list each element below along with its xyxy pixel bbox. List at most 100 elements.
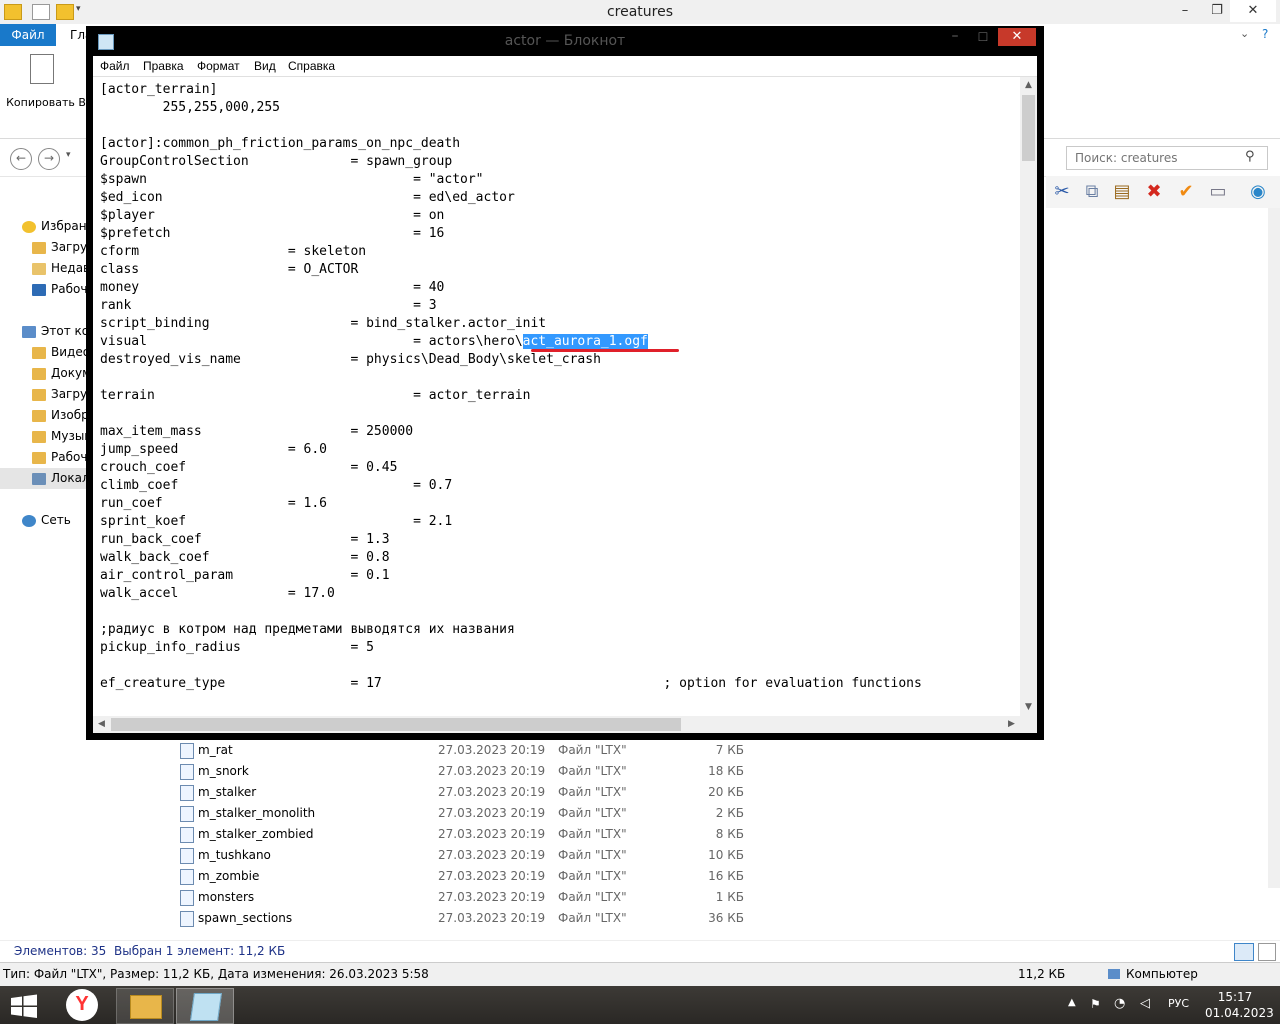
file-type: Файл "LTX" [558, 911, 627, 925]
action-center-icon[interactable]: ⚑ [1090, 997, 1101, 1011]
clock-date[interactable]: 01.04.2023 [1205, 1006, 1274, 1020]
rename-icon[interactable]: ▭ [1206, 180, 1230, 204]
file-date: 27.03.2023 20:19 [438, 911, 546, 925]
notepad-text-area[interactable]: [actor_terrain] 255,255,000,255 [actor]:… [93, 77, 1037, 733]
folder-icon [32, 262, 46, 275]
location-info: Компьютер [1126, 967, 1198, 981]
file-date: 27.03.2023 20:19 [438, 785, 546, 799]
details-view-icon[interactable] [1234, 943, 1254, 961]
file-date: 27.03.2023 20:19 [438, 827, 546, 841]
search-input[interactable] [1075, 150, 1245, 166]
restore-icon[interactable]: ❐ [1202, 0, 1232, 22]
delete-icon[interactable]: ✖ [1142, 180, 1166, 204]
file-row[interactable]: m_rat 27.03.2023 20:19 Файл "LTX" 7 КБ [160, 740, 780, 761]
sidebar-item-label: Рабоч [51, 282, 88, 296]
horizontal-scrollbar[interactable]: ◀ ▶ [93, 716, 1020, 733]
file-row[interactable]: monsters 27.03.2023 20:19 Файл "LTX" 1 КБ [160, 887, 780, 908]
yandex-browser-icon: Y [66, 989, 98, 1021]
file-size: 36 КБ [708, 911, 744, 925]
tiles-view-icon[interactable] [1258, 943, 1276, 961]
file-date: 27.03.2023 20:19 [438, 743, 546, 757]
scroll-corner [1020, 716, 1037, 733]
notepad-window: actor — Блокнот – ☐ ✕ Файл Правка Формат… [86, 26, 1044, 740]
file-row[interactable]: m_stalker 27.03.2023 20:19 Файл "LTX" 20 КБ [160, 782, 780, 803]
search-box[interactable]: ⚲ [1066, 146, 1268, 170]
file-row[interactable]: m_stalker_monolith 27.03.2023 20:19 Файл "… [160, 803, 780, 824]
text-before-selection: [actor_terrain] 255,255,000,255 [actor]:… [100, 82, 547, 349]
check-icon[interactable]: ✔ [1174, 180, 1198, 204]
ltx-file-icon [180, 764, 194, 780]
history-dropdown-icon[interactable]: ▾ [66, 150, 71, 160]
ribbon-expand-icon[interactable]: ⌄ [1240, 27, 1249, 40]
menu-file[interactable]: Файл [100, 56, 130, 76]
vertical-scrollbar[interactable]: ▲ ▼ [1020, 77, 1037, 716]
menu-help[interactable]: Справка [288, 56, 335, 76]
minimize-icon[interactable]: – [942, 28, 968, 46]
file-size: 10 КБ [708, 848, 744, 862]
close-icon[interactable]: ✕ [1230, 0, 1276, 22]
menu-edit[interactable]: Правка [143, 56, 184, 76]
menu-format[interactable]: Формат [197, 56, 240, 76]
back-arrow-icon[interactable]: ← [10, 148, 32, 170]
file-row[interactable]: m_snork 27.03.2023 20:19 Файл "LTX" 18 КБ [160, 761, 780, 782]
file-row[interactable]: m_stalker_zombied 27.03.2023 20:19 Файл "L… [160, 824, 780, 845]
notepad-menu-bar: Файл Правка Формат Вид Справка [93, 56, 1037, 77]
file-row[interactable]: m_zombie 27.03.2023 20:19 Файл "LTX" 16 КБ [160, 866, 780, 887]
help-icon[interactable]: ? [1262, 27, 1268, 41]
selected-text[interactable]: act_aurora_1.ogf [522, 334, 648, 349]
copy-button[interactable]: Копировать В [6, 54, 86, 114]
copy-icon[interactable]: ⧉ [1080, 180, 1104, 204]
network-icon [22, 514, 36, 527]
file-type: Файл "LTX" [558, 785, 627, 799]
forward-arrow-icon[interactable]: → [38, 148, 60, 170]
vertical-scroll-thumb[interactable] [1022, 95, 1035, 161]
file-type: Файл "LTX" [558, 890, 627, 904]
scroll-right-icon[interactable]: ▶ [1003, 716, 1020, 733]
cut-icon[interactable]: ✂ [1050, 180, 1074, 204]
sidebar-item-label: Видео [51, 345, 91, 359]
taskbar-explorer[interactable] [116, 988, 174, 1024]
explorer-scrollbar[interactable] [1268, 208, 1280, 888]
taskbar-yandex-browser[interactable]: Y [54, 988, 110, 1022]
horizontal-scroll-thumb[interactable] [111, 718, 681, 731]
file-type: Файл "LTX" [558, 848, 627, 862]
folder-icon [32, 346, 46, 359]
taskbar: Y ▲ ⚑ ◔ ◁ РУС 15:17 01.04.2023 [0, 986, 1280, 1024]
text-after-selection: destroyed_vis_name = physics\Dead_Body\s… [100, 352, 922, 691]
red-underline-annotation [531, 349, 679, 352]
extra-toolbar: ✂ ⧉ ▤ ✖ ✔ ▭ ◉ [1046, 176, 1280, 208]
network-icon[interactable]: ◔ [1114, 996, 1125, 1011]
clock-time[interactable]: 15:17 [1210, 990, 1260, 1004]
ltx-file-icon [180, 806, 194, 822]
show-hidden-icons-icon[interactable]: ▲ [1068, 997, 1076, 1008]
computer-icon [1108, 969, 1120, 979]
ltx-file-icon [180, 743, 194, 759]
scroll-left-icon[interactable]: ◀ [93, 716, 110, 733]
copy-icon [30, 54, 54, 84]
folder-icon [32, 367, 46, 380]
file-details: Тип: Файл "LTX", Размер: 11,2 КБ, Дата и… [3, 967, 429, 981]
notepad-titlebar[interactable]: actor — Блокнот – ☐ ✕ [86, 26, 1044, 56]
status-bar: Элементов: 35 Выбран 1 элемент: 11,2 КБ [0, 940, 1280, 963]
document-text[interactable]: [actor_terrain] 255,255,000,255 [actor]:… [100, 81, 922, 693]
tab-file[interactable]: Файл [0, 24, 56, 46]
close-icon[interactable]: ✕ [998, 28, 1036, 46]
scroll-up-icon[interactable]: ▲ [1020, 77, 1037, 94]
minimize-icon[interactable]: – [1170, 0, 1200, 22]
globe-icon[interactable]: ◉ [1246, 180, 1270, 204]
search-icon[interactable]: ⚲ [1245, 149, 1255, 164]
taskbar-notepad[interactable] [176, 988, 234, 1024]
paste-icon[interactable]: ▤ [1110, 180, 1134, 204]
maximize-icon[interactable]: ☐ [970, 28, 996, 46]
notepad-icon [190, 993, 222, 1021]
menu-view[interactable]: Вид [254, 56, 276, 76]
windows-start-icon[interactable] [10, 994, 38, 1018]
volume-icon[interactable]: ◁ [1140, 996, 1150, 1011]
scroll-down-icon[interactable]: ▼ [1020, 699, 1037, 716]
language-indicator[interactable]: РУС [1168, 997, 1189, 1010]
file-row[interactable]: spawn_sections 27.03.2023 20:19 Файл "LTX"… [160, 908, 780, 929]
folder-icon [130, 995, 162, 1019]
desktop-icon [32, 283, 46, 296]
selection-info: Выбран 1 элемент: 11,2 КБ [114, 944, 286, 958]
file-row[interactable]: m_tushkano 27.03.2023 20:19 Файл "LTX" 10 К… [160, 845, 780, 866]
